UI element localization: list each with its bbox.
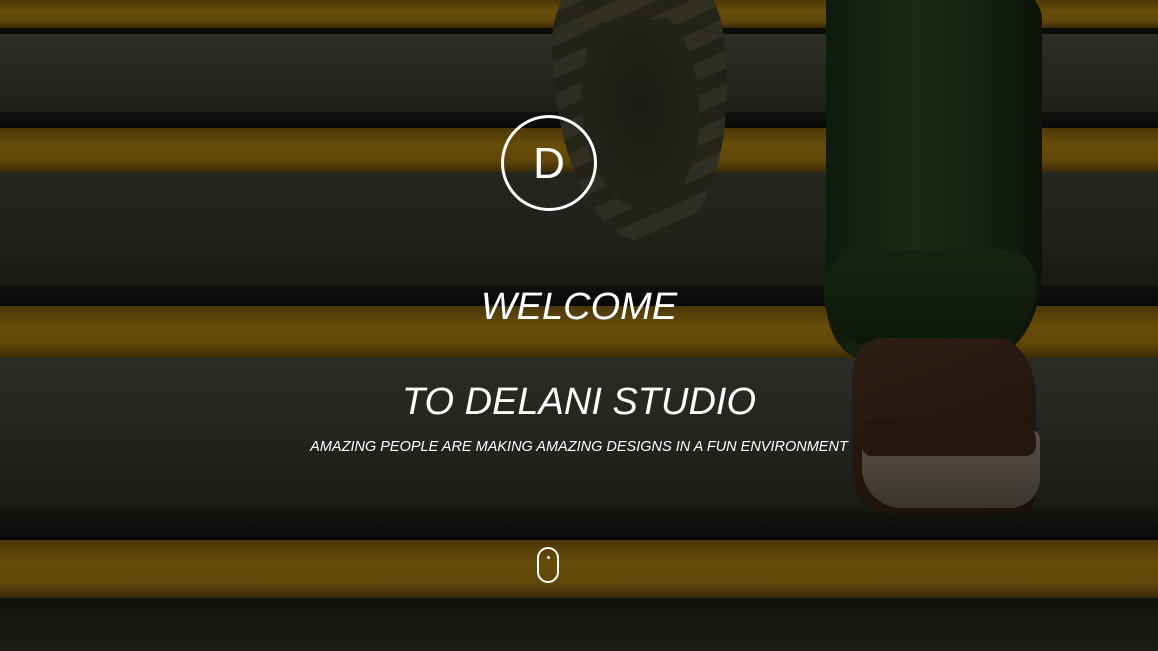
mouse-scroll-icon[interactable] (537, 547, 559, 583)
mouse-wheel-dot (547, 556, 550, 559)
hero-title-studio: TO DELANI STUDIO (401, 381, 757, 423)
hero-section: D WELCOME TO DELANI STUDIO AMAZING PEOPL… (0, 0, 1158, 651)
hero-title-welcome: WELCOME (480, 286, 678, 328)
logo[interactable]: D (501, 115, 597, 211)
hero-tagline: AMAZING PEOPLE ARE MAKING AMAZING DESIGN… (310, 439, 848, 455)
logo-letter: D (533, 139, 565, 188)
